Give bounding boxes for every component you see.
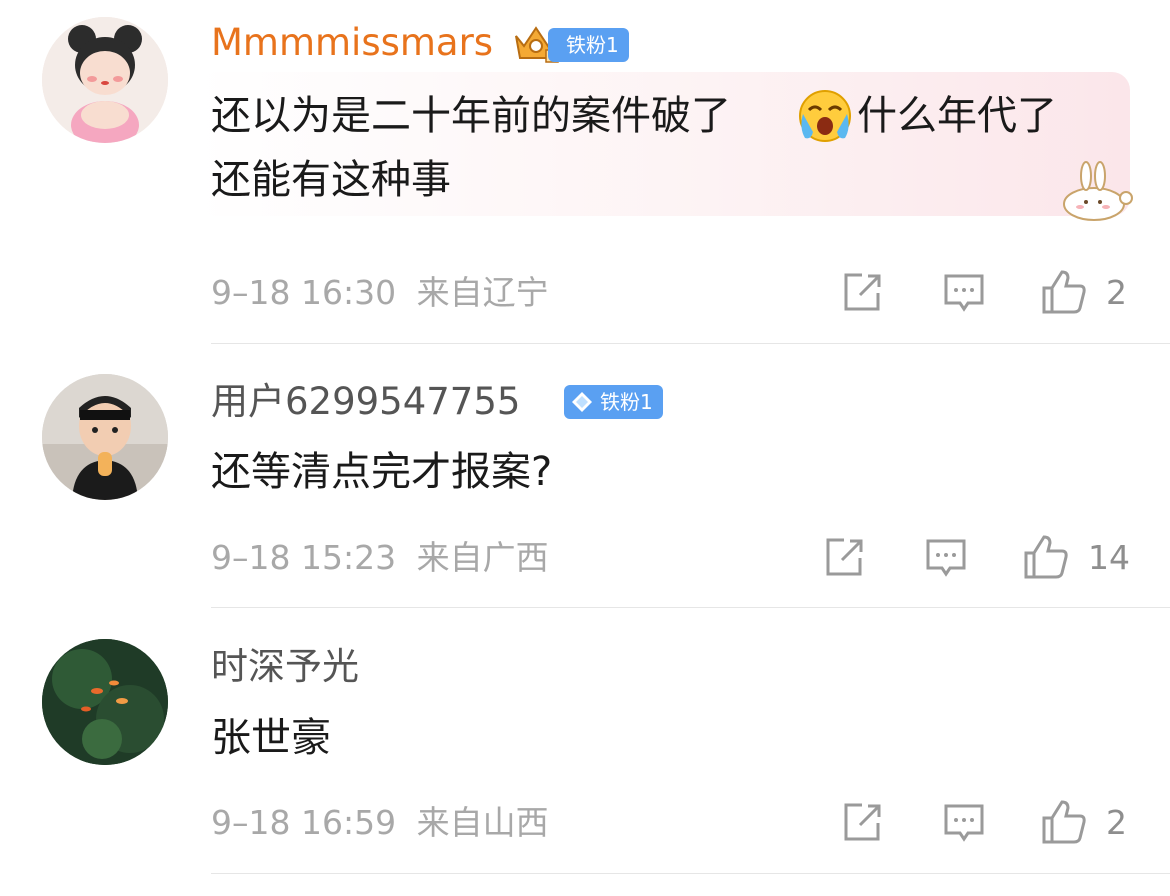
comment-meta: 9–18 15:23 来自广西 (211, 538, 549, 578)
share-icon[interactable] (822, 536, 866, 580)
comment-text-part: 还以为是二十年前的案件破了 (211, 93, 731, 139)
reply-icon[interactable] (942, 271, 986, 315)
username[interactable]: 用户6299547755 (211, 380, 520, 424)
comment-location: 来自广西 (416, 538, 549, 577)
reply-icon[interactable] (942, 801, 986, 845)
username[interactable]: 时深予光 (211, 645, 359, 689)
share-icon[interactable] (840, 801, 884, 845)
username[interactable]: Mmmmissmars (211, 21, 493, 65)
divider (211, 873, 1170, 874)
avatar[interactable] (42, 639, 168, 765)
diamond-icon (572, 392, 592, 412)
comment-location: 来自山西 (416, 803, 549, 842)
comment-text-line2: 还能有这种事 (211, 157, 451, 203)
avatar[interactable] (42, 374, 168, 500)
fan-badge[interactable]: 铁粉1 (548, 28, 629, 62)
fan-badge[interactable]: 铁粉1 (564, 385, 663, 419)
comment-text: 还以为是二十年前的案件破了 (211, 84, 731, 148)
like-count: 2 (1106, 273, 1127, 312)
comment-meta: 9–18 16:59 来自山西 (211, 803, 549, 843)
comment-text-part: 什么年代了 (857, 93, 1057, 139)
comment-item: 时深予光 张世豪 9–18 16:59 来自山西 2 (0, 608, 1170, 896)
comment-location: 来自辽宁 (416, 273, 549, 312)
comment-time: 9–18 16:30 (211, 273, 397, 312)
comment-time: 9–18 15:23 (211, 538, 397, 577)
bunny-sticker-icon (1063, 161, 1133, 221)
comment-time: 9–18 16:59 (211, 803, 397, 842)
comment-meta: 9–18 16:30 来自辽宁 (211, 273, 549, 313)
reply-icon[interactable] (924, 536, 968, 580)
comment-text-cont: 什么年代了 (857, 84, 1057, 148)
comment-text: 张世豪 (211, 715, 331, 761)
fan-badge-label: 铁粉1 (600, 390, 653, 414)
comment-item: Mmmmissmars 铁粉1 还以为是二十年前的案件破了 什么年代了 还能有这… (0, 0, 1170, 344)
like-count: 2 (1106, 803, 1127, 842)
like-icon[interactable] (1022, 533, 1070, 581)
crying-face-icon (799, 90, 851, 142)
like-count: 14 (1088, 538, 1130, 577)
like-icon[interactable] (1040, 798, 1088, 846)
comment-item: 用户6299547755 铁粉1 还等清点完才报案? 9–18 15:23 来自… (0, 344, 1170, 608)
fan-badge-label: 铁粉1 (566, 33, 619, 57)
like-icon[interactable] (1040, 268, 1088, 316)
avatar[interactable] (42, 17, 168, 143)
share-icon[interactable] (840, 271, 884, 315)
comment-text: 还等清点完才报案? (211, 449, 553, 495)
